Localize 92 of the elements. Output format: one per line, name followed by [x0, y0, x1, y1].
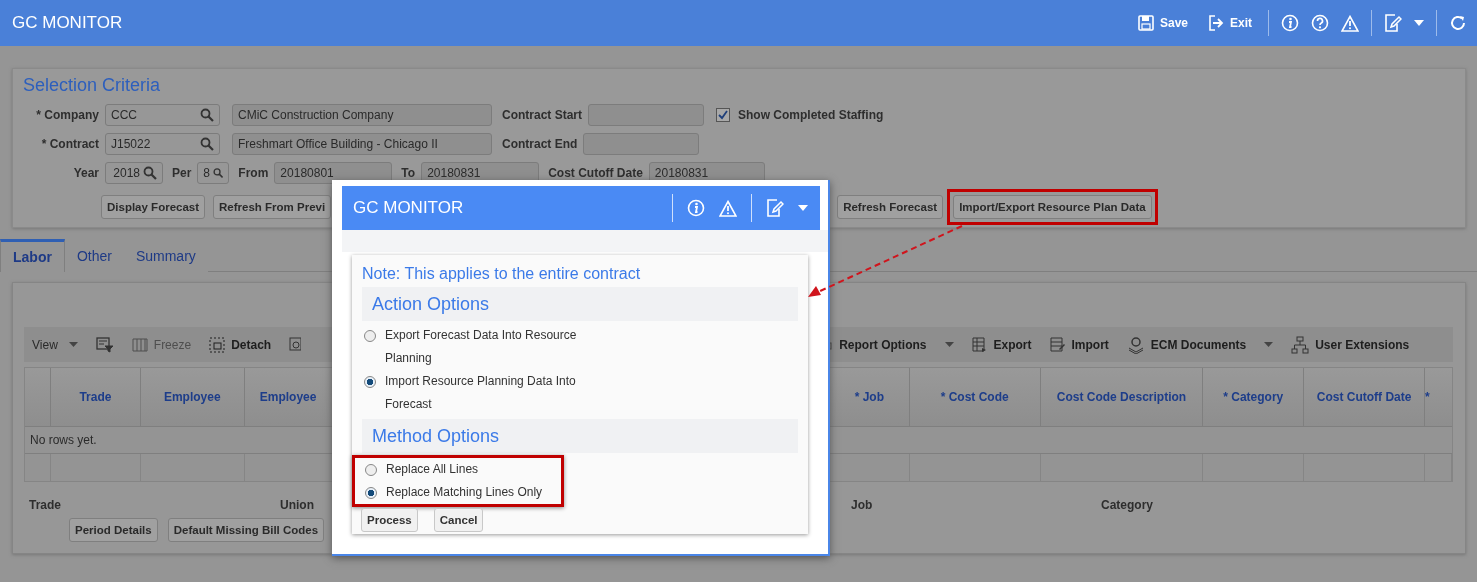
checkbox-label: Show Completed Staffing: [738, 107, 884, 122]
radio-button[interactable]: [365, 464, 377, 476]
contract-end-field[interactable]: [583, 132, 700, 155]
section-header: Action Options: [362, 287, 798, 321]
tab[interactable]: Other: [64, 239, 124, 272]
column-header[interactable]: Trade: [50, 368, 141, 426]
contract-description-field: Freshmart Office Building - Chicago II: [232, 132, 492, 155]
note-text: Note: This applies to the entire contract: [362, 265, 642, 283]
field-label: Contract Start: [502, 107, 582, 122]
tab[interactable]: Labor: [0, 239, 65, 272]
caret-icon[interactable]: [1414, 20, 1424, 26]
company-field[interactable]: CCC: [105, 103, 220, 126]
column-header[interactable]: Employee: [140, 368, 245, 426]
exit-button[interactable]: Exit: [1204, 15, 1256, 31]
year-field[interactable]: 2018: [105, 161, 163, 184]
zoom-icon[interactable]: [289, 336, 302, 353]
sheet-edit-icon: [1049, 336, 1066, 353]
field-label: Job: [851, 498, 873, 512]
radio-button[interactable]: [364, 376, 376, 388]
action-button[interactable]: Refresh Forecast: [837, 195, 944, 219]
section-title: Selection Criteria: [23, 75, 162, 96]
tab[interactable]: Summary: [123, 239, 208, 272]
app-title: GC MONITOR: [12, 13, 123, 33]
dialog-button[interactable]: Cancel: [433, 508, 484, 532]
contract-start-field[interactable]: [588, 103, 704, 126]
company-description-field: CMiC Construction Company: [232, 103, 492, 126]
caret-icon[interactable]: [798, 205, 808, 211]
edit-icon[interactable]: [766, 199, 784, 217]
caret-icon: [1264, 342, 1274, 347]
field-label: Contract End: [502, 136, 578, 151]
save-button[interactable]: Save: [1133, 15, 1192, 31]
columns-icon: [131, 337, 148, 352]
action-button[interactable]: Refresh From Previ: [213, 195, 332, 219]
search-icon[interactable]: [143, 165, 157, 180]
column-header[interactable]: Cost Code Description: [1040, 368, 1204, 426]
option-label: Replace Matching Lines Only: [386, 484, 543, 501]
option-label: Export Forecast Data Into Resource Planning: [385, 327, 578, 367]
field-label: * Contract: [40, 136, 99, 151]
detach-button[interactable]: Detach: [209, 336, 272, 353]
save-icon: [1137, 15, 1154, 31]
field-label: Per: [172, 165, 192, 180]
column-header[interactable]: *: [1425, 368, 1452, 426]
refresh-icon[interactable]: [1449, 14, 1467, 32]
spreadsheet-icon: [971, 336, 988, 353]
radio-button[interactable]: [364, 330, 376, 342]
field-label: Year: [72, 165, 99, 180]
edit-icon[interactable]: [1384, 14, 1402, 32]
action-button[interactable]: Import/Export Resource Plan Data: [953, 195, 1152, 219]
warning-icon[interactable]: [1341, 14, 1359, 32]
option-label: Import Resource Planning Data Into Forecast: [385, 373, 577, 413]
search-icon[interactable]: [200, 107, 214, 122]
documents-icon: [1126, 335, 1145, 354]
field-label: To: [401, 165, 416, 180]
warning-icon[interactable]: [719, 199, 737, 217]
column-header[interactable]: Cost Cutoff Date: [1304, 368, 1426, 426]
field-label: Trade: [29, 498, 61, 512]
info-icon[interactable]: [687, 199, 705, 217]
field-label: Cost Cutoff Date: [548, 165, 643, 180]
search-icon[interactable]: [213, 165, 224, 180]
exit-icon: [1208, 15, 1224, 31]
search-icon[interactable]: [200, 136, 214, 151]
user-extensions-button[interactable]: User Extensions: [1291, 335, 1410, 354]
export-button[interactable]: Export: [971, 336, 1032, 353]
action-button[interactable]: Period Details: [69, 518, 158, 542]
help-icon[interactable]: [1311, 14, 1329, 32]
field-label: * Company: [35, 107, 99, 122]
ecm-documents-menu[interactable]: ECM Documents: [1126, 335, 1274, 354]
period-field[interactable]: 8: [197, 161, 230, 184]
field-label: Category: [1101, 498, 1153, 512]
dialog-title: GC MONITOR: [353, 198, 464, 218]
view-menu[interactable]: View: [32, 337, 78, 352]
action-button[interactable]: Display Forecast: [101, 195, 206, 219]
detach-icon: [209, 336, 226, 353]
empty-message: No rows yet.: [30, 433, 97, 447]
dialog-button[interactable]: Process: [361, 508, 418, 532]
field-label: From: [238, 165, 269, 180]
caret-icon: [68, 342, 78, 347]
option-label: Replace All Lines: [386, 461, 479, 478]
checkbox[interactable]: [716, 107, 730, 122]
caret-icon: [944, 342, 954, 347]
action-button[interactable]: Default Missing Bill Codes: [167, 518, 325, 542]
filter-icon[interactable]: [95, 336, 114, 353]
hierarchy-icon: [1291, 335, 1310, 354]
radio-button[interactable]: [365, 487, 377, 499]
info-icon[interactable]: [1281, 14, 1299, 32]
import-button[interactable]: Import: [1049, 336, 1109, 353]
field-label: Union: [280, 498, 314, 512]
from-field[interactable]: 20180801: [274, 161, 393, 184]
column-header[interactable]: * Cost Code: [909, 368, 1041, 426]
contract-field[interactable]: J15022: [105, 132, 220, 155]
column-header[interactable]: * Category: [1203, 368, 1305, 426]
section-header: Method Options: [362, 419, 798, 453]
